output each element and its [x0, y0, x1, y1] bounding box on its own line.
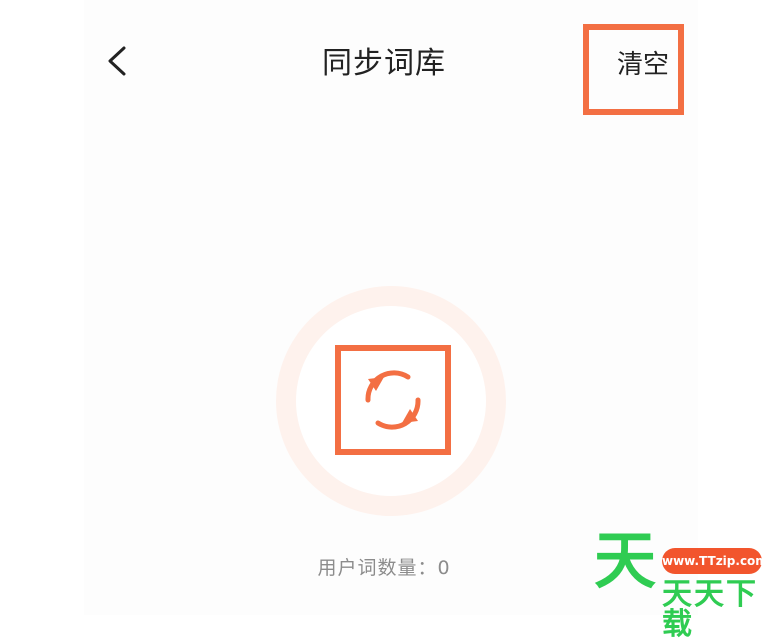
sync-icon: [365, 370, 421, 430]
user-word-count-label: 用户词数量：: [317, 557, 438, 579]
watermark-url: www.TTzip.com: [662, 548, 768, 574]
watermark-logo-char: 天: [594, 524, 657, 597]
sync-button[interactable]: [335, 345, 451, 455]
watermark-text: 天天下载: [662, 577, 758, 642]
watermark: 天 www.TTzip.com 天天下载: [592, 530, 768, 640]
clear-button[interactable]: 清空: [617, 44, 669, 81]
user-word-count-value: 0: [437, 557, 451, 579]
